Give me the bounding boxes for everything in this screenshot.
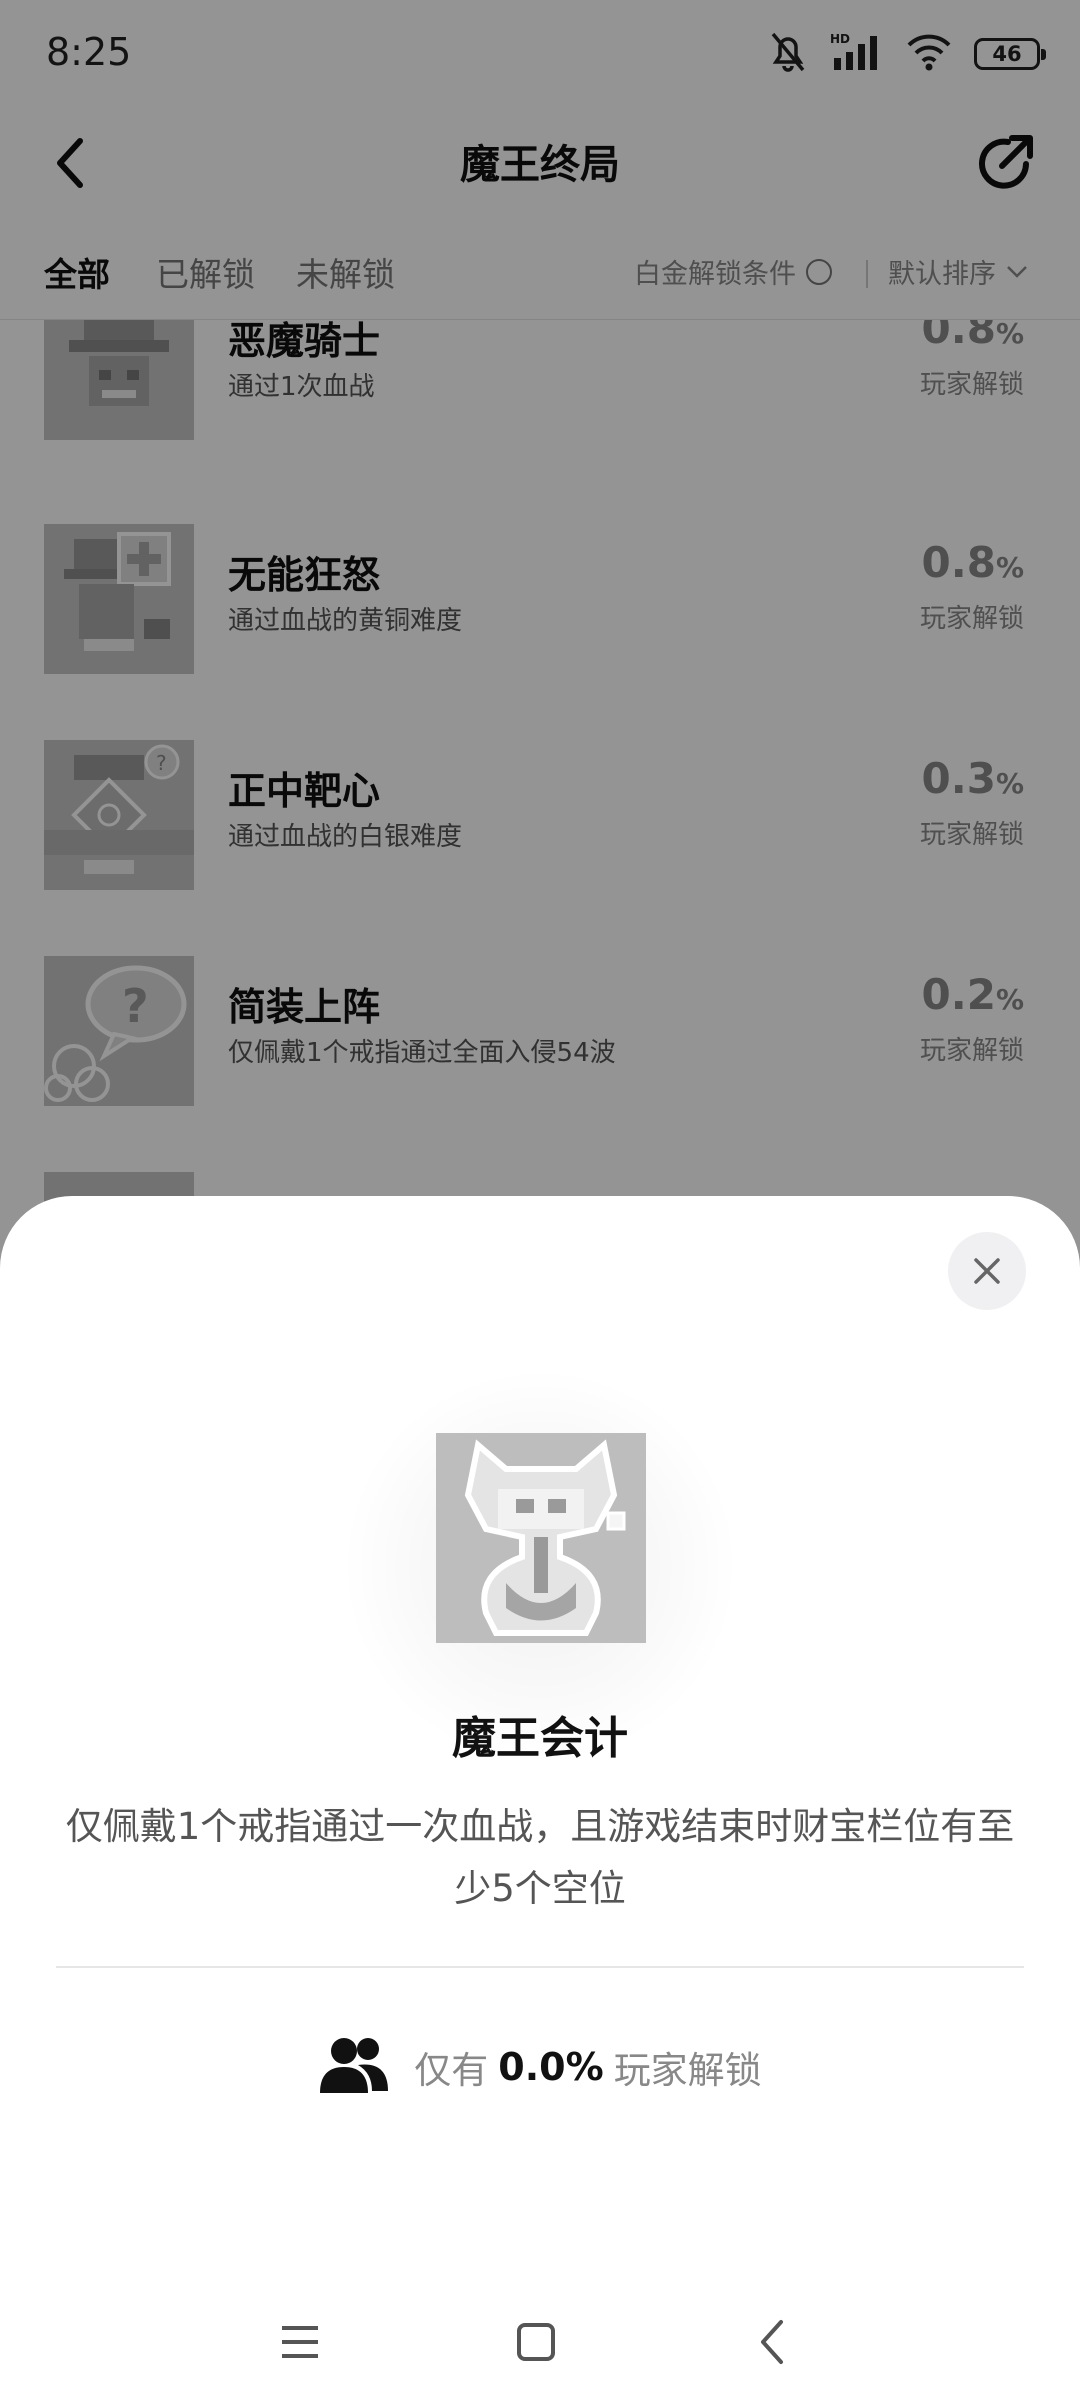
stat-suffix: 玩家解锁 — [613, 2049, 762, 2092]
achievement-title: 魔王会计 — [452, 1713, 628, 1764]
achievement-description: 仅佩戴1个戒指通过一次血战，且游戏结束时财宝栏位有至少5个空位 — [65, 1805, 1015, 1910]
home-icon — [517, 2323, 555, 2361]
home-button[interactable] — [496, 2302, 576, 2382]
stat-value: 0.0% — [498, 2045, 604, 2089]
achievement-badge-icon — [436, 1433, 646, 1643]
back-icon — [761, 2320, 783, 2364]
system-navigation-bar — [0, 2282, 1080, 2400]
achievement-detail-sheet: 魔王会计 仅佩戴1个戒指通过一次血战，且游戏结束时财宝栏位有至少5个空位 仅有 … — [0, 1196, 1080, 2400]
menu-icon — [282, 2326, 318, 2358]
close-icon — [974, 1258, 1000, 1284]
recent-apps-button[interactable] — [260, 2302, 340, 2382]
close-button[interactable] — [948, 1232, 1026, 1310]
divider — [56, 1966, 1024, 1968]
users-icon — [318, 2035, 390, 2099]
stat-prefix: 仅有 — [414, 2049, 489, 2092]
unlock-stat: 仅有 0.0% 玩家解锁 — [0, 2032, 1080, 2102]
system-back-button[interactable] — [732, 2302, 812, 2382]
